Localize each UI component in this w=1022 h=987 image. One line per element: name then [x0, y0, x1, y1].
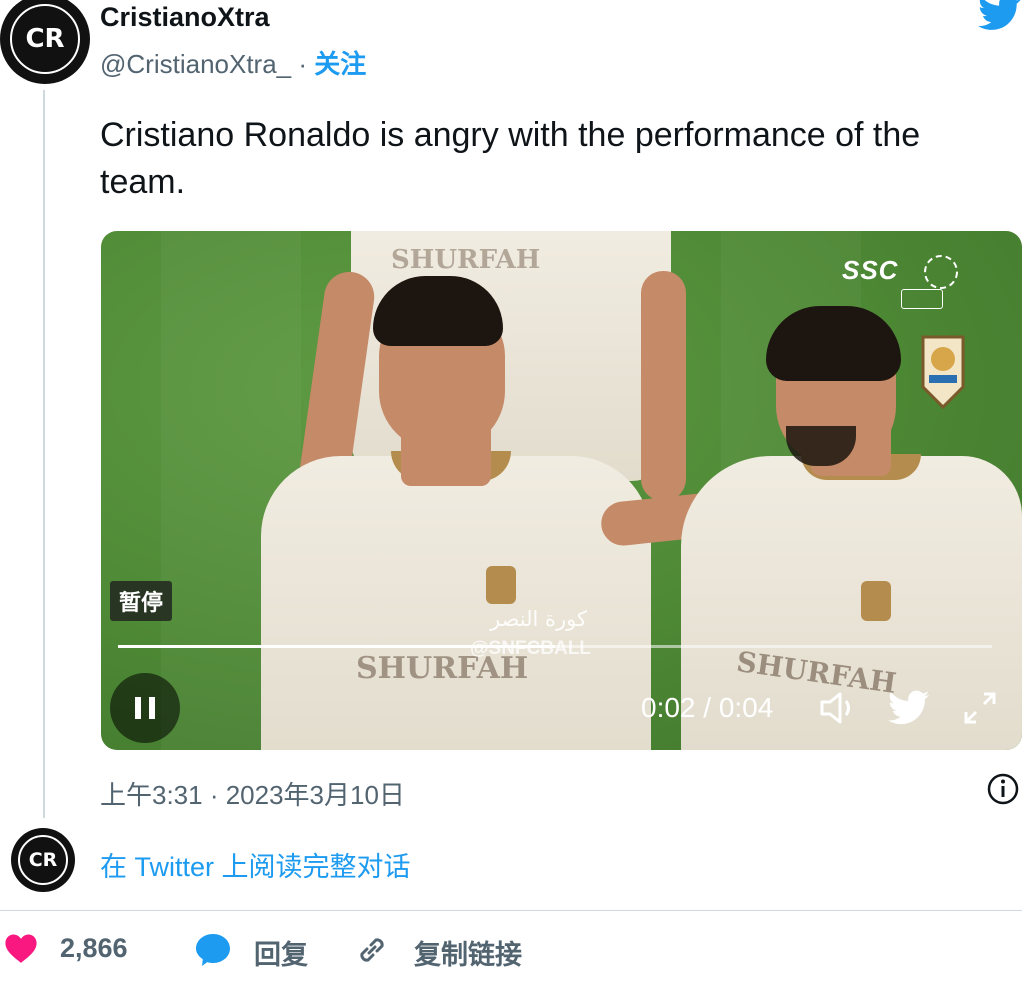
avatar-ring: [10, 4, 80, 74]
video-share-twitter-icon[interactable]: [888, 690, 930, 731]
right-player: SHURFAH: [599, 306, 1022, 750]
divider: [0, 910, 1022, 911]
tweet-text: Cristiano Ronaldo is angry with the perf…: [100, 116, 921, 201]
video-progress-fill: [118, 645, 555, 648]
video-player[interactable]: SHURFAH SHURFAH SHURFAH: [101, 231, 1022, 750]
copy-link-button[interactable]: [354, 932, 390, 973]
video-time: 0:02 / 0:04: [641, 692, 774, 723]
league-logo-icon: [921, 252, 961, 297]
paused-overlay-label: 暂停: [110, 581, 173, 621]
reply-button[interactable]: [194, 932, 232, 973]
sponsor-text: SHURFAH: [391, 245, 541, 275]
likes-count: 2,866: [60, 933, 128, 963]
like-button[interactable]: [4, 932, 38, 969]
pause-button[interactable]: [110, 673, 180, 743]
author-handle-row: @CristianoXtra_ · 关注: [100, 44, 366, 81]
watermark-arabic: كورة النصر: [490, 607, 588, 631]
tweet-timestamp[interactable]: 上午3:31 · 2023年3月10日: [100, 775, 405, 812]
club-crest-icon: [919, 331, 967, 414]
avatar-ring: [18, 835, 68, 885]
twitter-bird-icon[interactable]: [977, 0, 1022, 37]
handle-separator: ·: [298, 49, 308, 79]
author-display-name[interactable]: CristianoXtra: [100, 2, 270, 33]
info-icon[interactable]: [986, 772, 1020, 811]
read-conversation-link[interactable]: 在 Twitter 上阅读完整对话: [100, 845, 411, 884]
reply-bubble-icon: [196, 934, 230, 966]
pause-icon: [135, 697, 155, 719]
fullscreen-icon[interactable]: [962, 690, 998, 731]
link-icon: [360, 938, 384, 962]
broadcaster-logo: SSC: [842, 255, 899, 285]
thread-line: [43, 90, 45, 818]
heart-icon: [5, 934, 37, 963]
small-avatar[interactable]: CR: [11, 828, 75, 892]
volume-icon[interactable]: [818, 690, 858, 731]
author-handle[interactable]: @CristianoXtra_: [100, 49, 291, 79]
reply-label[interactable]: 回复: [254, 933, 308, 972]
follow-button[interactable]: 关注: [314, 49, 366, 79]
author-avatar[interactable]: CR: [0, 0, 90, 84]
copy-link-label[interactable]: 复制链接: [414, 933, 522, 972]
watermark-handle: @SNFCBALL: [470, 638, 591, 659]
video-progress-bar[interactable]: [118, 645, 992, 648]
main-player: SHURFAH: [261, 276, 661, 750]
